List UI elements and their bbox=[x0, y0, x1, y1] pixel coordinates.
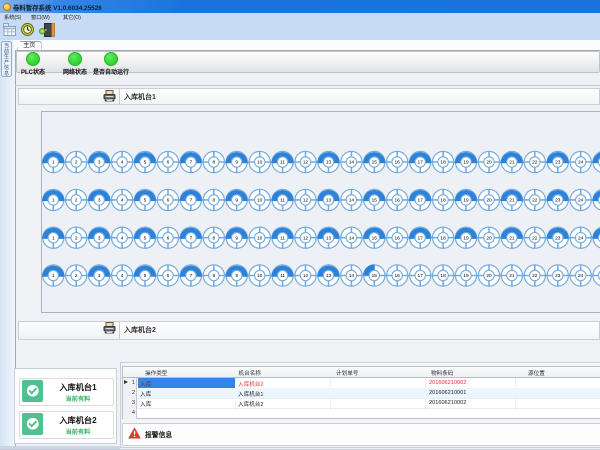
svg-text:15: 15 bbox=[371, 198, 377, 204]
svg-text:11: 11 bbox=[280, 235, 285, 241]
svg-text:8: 8 bbox=[212, 273, 215, 279]
svg-text:12: 12 bbox=[302, 198, 308, 204]
svg-text:16: 16 bbox=[394, 198, 400, 204]
svg-text:15: 15 bbox=[371, 273, 377, 279]
svg-text:13: 13 bbox=[325, 235, 331, 241]
svg-text:3: 3 bbox=[97, 198, 100, 204]
svg-text:21: 21 bbox=[509, 273, 515, 279]
svg-text:19: 19 bbox=[463, 198, 469, 204]
svg-text:1: 1 bbox=[51, 235, 54, 241]
svg-text:24: 24 bbox=[578, 198, 584, 204]
svg-text:5: 5 bbox=[143, 198, 146, 204]
svg-text:1: 1 bbox=[51, 198, 54, 204]
svg-text:23: 23 bbox=[555, 198, 561, 204]
svg-text:18: 18 bbox=[440, 160, 446, 166]
svg-text:18: 18 bbox=[440, 235, 446, 241]
svg-text:5: 5 bbox=[143, 235, 146, 241]
svg-text:11: 11 bbox=[280, 198, 285, 204]
svg-text:9: 9 bbox=[235, 273, 238, 279]
svg-text:18: 18 bbox=[440, 198, 446, 204]
svg-text:14: 14 bbox=[348, 160, 354, 166]
svg-text:2: 2 bbox=[74, 273, 77, 279]
svg-text:22: 22 bbox=[532, 235, 538, 241]
svg-text:14: 14 bbox=[348, 235, 354, 241]
svg-text:8: 8 bbox=[212, 198, 215, 204]
svg-text:16: 16 bbox=[394, 273, 400, 279]
svg-text:2: 2 bbox=[74, 235, 77, 241]
svg-text:4: 4 bbox=[120, 273, 123, 279]
svg-text:10: 10 bbox=[257, 273, 263, 279]
svg-text:6: 6 bbox=[166, 235, 169, 241]
svg-text:6: 6 bbox=[166, 198, 169, 204]
svg-text:24: 24 bbox=[578, 273, 584, 279]
svg-text:6: 6 bbox=[166, 160, 169, 166]
svg-text:12: 12 bbox=[302, 160, 308, 166]
svg-text:8: 8 bbox=[212, 235, 215, 241]
svg-text:21: 21 bbox=[509, 235, 515, 241]
svg-text:10: 10 bbox=[257, 160, 263, 166]
svg-text:12: 12 bbox=[302, 273, 308, 279]
svg-text:22: 22 bbox=[532, 273, 538, 279]
svg-text:16: 16 bbox=[394, 235, 400, 241]
svg-text:8: 8 bbox=[212, 160, 215, 166]
svg-text:20: 20 bbox=[486, 235, 492, 241]
svg-text:5: 5 bbox=[143, 160, 146, 166]
svg-text:7: 7 bbox=[189, 198, 192, 204]
svg-text:2: 2 bbox=[74, 160, 77, 166]
svg-text:23: 23 bbox=[555, 160, 561, 166]
svg-text:1: 1 bbox=[51, 160, 54, 166]
svg-text:4: 4 bbox=[120, 198, 123, 204]
svg-text:17: 17 bbox=[417, 235, 423, 241]
svg-text:14: 14 bbox=[348, 198, 354, 204]
svg-text:20: 20 bbox=[486, 273, 492, 279]
svg-text:16: 16 bbox=[394, 160, 400, 166]
svg-text:7: 7 bbox=[189, 235, 192, 241]
svg-text:14: 14 bbox=[348, 273, 354, 279]
svg-text:9: 9 bbox=[235, 198, 238, 204]
svg-text:3: 3 bbox=[97, 273, 100, 279]
svg-text:21: 21 bbox=[509, 198, 515, 204]
svg-text:10: 10 bbox=[257, 235, 263, 241]
svg-text:23: 23 bbox=[555, 273, 561, 279]
svg-text:13: 13 bbox=[325, 160, 331, 166]
svg-text:15: 15 bbox=[371, 235, 377, 241]
svg-text:10: 10 bbox=[257, 198, 263, 204]
svg-text:4: 4 bbox=[120, 235, 123, 241]
svg-text:9: 9 bbox=[235, 235, 238, 241]
svg-text:1: 1 bbox=[51, 273, 54, 279]
svg-text:3: 3 bbox=[97, 235, 100, 241]
svg-text:17: 17 bbox=[417, 273, 423, 279]
svg-text:17: 17 bbox=[417, 198, 423, 204]
svg-text:13: 13 bbox=[325, 198, 331, 204]
svg-text:11: 11 bbox=[280, 160, 285, 166]
svg-text:20: 20 bbox=[486, 160, 492, 166]
svg-text:17: 17 bbox=[417, 160, 423, 166]
svg-text:19: 19 bbox=[463, 160, 469, 166]
svg-text:19: 19 bbox=[463, 235, 469, 241]
svg-text:15: 15 bbox=[371, 160, 377, 166]
svg-text:20: 20 bbox=[486, 198, 492, 204]
svg-text:24: 24 bbox=[578, 160, 584, 166]
svg-text:4: 4 bbox=[120, 160, 123, 166]
svg-text:19: 19 bbox=[463, 273, 469, 279]
svg-text:7: 7 bbox=[189, 160, 192, 166]
svg-text:23: 23 bbox=[555, 235, 561, 241]
svg-text:5: 5 bbox=[143, 273, 146, 279]
svg-text:13: 13 bbox=[325, 273, 331, 279]
svg-text:21: 21 bbox=[509, 160, 515, 166]
svg-text:7: 7 bbox=[189, 273, 192, 279]
svg-text:11: 11 bbox=[280, 273, 285, 279]
svg-text:22: 22 bbox=[532, 160, 538, 166]
svg-text:22: 22 bbox=[532, 198, 538, 204]
svg-text:3: 3 bbox=[97, 160, 100, 166]
svg-text:2: 2 bbox=[74, 198, 77, 204]
svg-text:24: 24 bbox=[578, 235, 584, 241]
svg-text:6: 6 bbox=[166, 273, 169, 279]
svg-text:9: 9 bbox=[235, 160, 238, 166]
svg-text:12: 12 bbox=[302, 235, 308, 241]
svg-text:18: 18 bbox=[440, 273, 446, 279]
